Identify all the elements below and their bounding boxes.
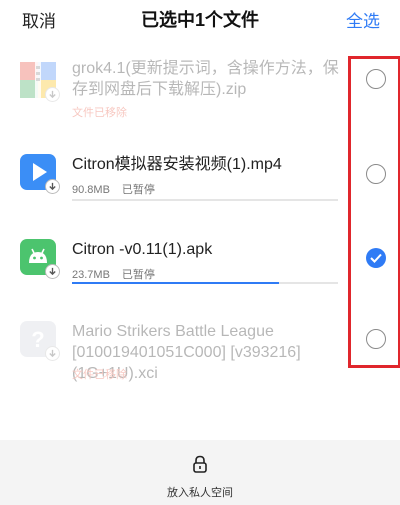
progress-fill	[72, 282, 280, 284]
file-name: grok4.1(更新提示词，含操作方法，保存到网盘后下载解压).zip	[72, 60, 339, 98]
highlight-box	[348, 56, 400, 368]
status-text: 文件已移除	[72, 107, 127, 119]
list-item[interactable]: ? Mario Strikers Battle League [01001940…	[0, 321, 400, 382]
list-item[interactable]: grok4.1(更新提示词，含操作方法，保存到网盘后下载解压).zip 文件已移…	[0, 58, 400, 128]
status-text: 文件已移除	[72, 369, 127, 381]
bottom-action-bar: 放入私人空间	[0, 440, 400, 505]
file-status: 文件已移除	[72, 104, 127, 120]
file-name: Citron模拟器安装视频(1).mp4	[72, 156, 282, 173]
unknown-file-icon: ?	[20, 321, 60, 361]
top-bar: 取消 已选中1个文件 全选	[0, 0, 400, 36]
zip-archive-icon	[20, 62, 60, 102]
status-text: 已暂停	[121, 184, 155, 196]
download-icon	[45, 264, 60, 279]
download-icon	[45, 346, 60, 361]
list-item[interactable]: Citron -v0.11(1).apk 23.7MB 已暂停	[0, 237, 400, 297]
file-size: 23.7MB	[72, 269, 110, 281]
android-apk-icon	[20, 239, 60, 279]
file-name: Citron -v0.11(1).apk	[72, 241, 213, 258]
svg-text:?: ?	[31, 327, 44, 352]
download-icon	[45, 179, 60, 194]
lock-icon	[193, 455, 207, 473]
page-title: 已选中1个文件	[140, 10, 259, 30]
list-item[interactable]: Citron模拟器安装视频(1).mp4 90.8MB 已暂停	[0, 152, 400, 212]
select-all-button[interactable]: 全选	[346, 7, 380, 32]
file-status: 文件已移除	[72, 366, 127, 382]
private-space-button[interactable]	[190, 454, 210, 474]
download-icon	[45, 87, 60, 102]
progress-bar	[72, 199, 338, 201]
status-text: 已暂停	[121, 269, 155, 281]
video-file-icon	[20, 154, 60, 194]
progress-bar	[72, 282, 338, 284]
file-size: 90.8MB	[72, 184, 110, 196]
private-space-label[interactable]: 放入私人空间	[0, 484, 400, 500]
file-meta: 23.7MB 已暂停	[72, 266, 155, 282]
file-meta: 90.8MB 已暂停	[72, 181, 155, 197]
